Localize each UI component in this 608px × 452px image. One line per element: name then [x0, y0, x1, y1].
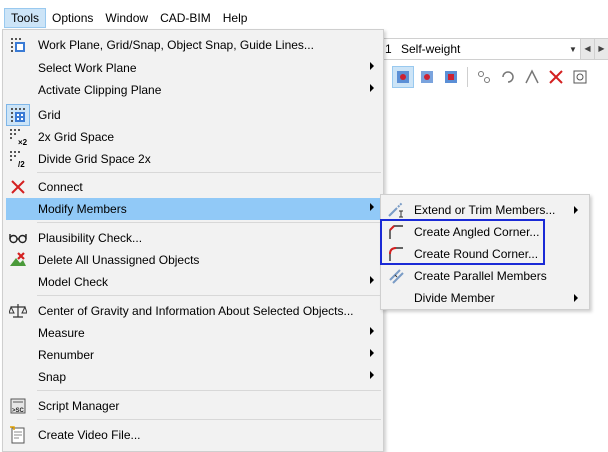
cycle-icon[interactable]: [497, 66, 519, 88]
submenu-arrow-icon: [370, 84, 374, 92]
menu-item-script-manager[interactable]: >SC Script Manager: [6, 395, 380, 417]
submenu-item-extend-trim[interactable]: Extend or Trim Members...: [384, 199, 586, 221]
menu-item-label: Renumber: [38, 348, 95, 362]
svg-text:>SC: >SC: [12, 408, 25, 414]
svg-text:×2: ×2: [18, 138, 27, 146]
menu-item-label: Activate Clipping Plane: [38, 83, 162, 97]
menu-item-label: Grid: [38, 108, 61, 122]
settings-icon[interactable]: [569, 66, 591, 88]
glasses-icon: [6, 227, 30, 249]
work-plane-icon: [6, 34, 30, 56]
menu-item-label: Snap: [38, 370, 67, 384]
extend-trim-icon: [384, 199, 408, 221]
submenu-item-divide-member[interactable]: Divide Member: [384, 287, 586, 309]
submenu-arrow-icon: [370, 62, 374, 70]
toolbar-separator: [467, 67, 468, 87]
grid-half-icon: /2: [6, 148, 30, 170]
svg-text:/2: /2: [18, 160, 25, 168]
menu-help[interactable]: Help: [217, 8, 254, 28]
submenu-arrow-icon: [370, 276, 374, 284]
menu-item-label: Divide Grid Space 2x: [38, 152, 151, 166]
view-toolbar: [382, 62, 608, 92]
submenu-item-label: Create Angled Corner...: [414, 225, 540, 239]
menu-tools[interactable]: Tools: [4, 8, 47, 28]
menu-item-measure[interactable]: Measure: [6, 322, 380, 344]
menu-separator: [37, 295, 381, 296]
menu-window[interactable]: Window: [99, 8, 154, 28]
submenu-arrow-icon: [370, 327, 374, 335]
menu-separator: [37, 172, 381, 173]
angled-corner-icon: [384, 221, 408, 243]
delete-objects-icon: [6, 249, 30, 271]
menu-item-select-work-plane[interactable]: Select Work Plane: [6, 57, 380, 79]
menu-bar: Tools Options Window CAD-BIM Help: [0, 0, 608, 28]
chevron-down-icon[interactable]: ▼: [566, 45, 580, 54]
submenu-arrow-icon: [574, 294, 578, 302]
menu-separator: [37, 390, 381, 391]
menu-item-label: Connect: [38, 180, 83, 194]
submenu-item-round-corner[interactable]: Create Round Corner...: [384, 243, 586, 265]
menu-item-label: Plausibility Check...: [38, 231, 143, 245]
tools-menu: Work Plane, Grid/Snap, Object Snap, Guid…: [2, 29, 384, 452]
submenu-item-angled-corner[interactable]: Create Angled Corner...: [384, 221, 586, 243]
menu-item-delete-unassigned[interactable]: Delete All Unassigned Objects: [6, 249, 380, 271]
load-case-number: 1: [385, 42, 392, 56]
submenu-arrow-icon: [370, 349, 374, 357]
submenu-arrow-icon: [574, 206, 578, 214]
menu-item-label: Create Video File...: [38, 428, 141, 442]
node-snap-icon[interactable]: [473, 66, 495, 88]
menu-cad-bim[interactable]: CAD-BIM: [154, 8, 217, 28]
submenu-item-label: Extend or Trim Members...: [414, 203, 556, 217]
load-case-selector[interactable]: 1 Self-weight ▼ ◀ ▶: [382, 38, 608, 60]
menu-item-renumber[interactable]: Renumber: [6, 344, 380, 366]
menu-item-modify-members[interactable]: Modify Members: [6, 198, 380, 220]
submenu-arrow-icon: [370, 203, 374, 211]
view-filter-2-icon[interactable]: [416, 66, 438, 88]
menu-separator: [37, 222, 381, 223]
menu-item-label: Measure: [38, 326, 85, 340]
menu-item-label: Modify Members: [38, 202, 127, 216]
menu-options[interactable]: Options: [46, 8, 99, 28]
submenu-item-label: Create Round Corner...: [414, 247, 539, 261]
view-filter-icon[interactable]: [392, 66, 414, 88]
menu-item-work-plane[interactable]: Work Plane, Grid/Snap, Object Snap, Guid…: [6, 34, 380, 56]
submenu-arrow-icon: [370, 371, 374, 379]
connect-icon: [6, 176, 30, 198]
menu-item-grid[interactable]: Grid: [6, 104, 380, 126]
grid-double-icon: ×2: [6, 126, 30, 148]
menu-item-label: Select Work Plane: [38, 61, 137, 75]
menu-item-divide-grid-space[interactable]: /2 Divide Grid Space 2x: [6, 148, 380, 170]
parallel-members-icon: [384, 265, 408, 287]
video-icon: [6, 424, 30, 446]
modify-members-submenu: Extend or Trim Members... Create Angled …: [380, 194, 590, 310]
menu-item-2x-grid-space[interactable]: ×2 2x Grid Space: [6, 126, 380, 148]
menu-item-plausibility-check[interactable]: Plausibility Check...: [6, 227, 380, 249]
previous-load-case-button[interactable]: ◀: [580, 39, 594, 59]
menu-item-create-video[interactable]: Create Video File...: [6, 424, 380, 446]
menu-item-label: Center of Gravity and Information About …: [38, 304, 354, 318]
script-icon: >SC: [6, 395, 30, 417]
menu-item-connect[interactable]: Connect: [6, 176, 380, 198]
grid-icon: [6, 104, 30, 126]
view-filter-3-icon[interactable]: [440, 66, 462, 88]
menu-item-label: Model Check: [38, 275, 109, 289]
menu-item-label: Delete All Unassigned Objects: [38, 253, 200, 267]
submenu-item-label: Divide Member: [414, 291, 495, 305]
menu-item-snap[interactable]: Snap: [6, 366, 380, 388]
scale-icon: [6, 300, 30, 322]
menu-item-model-check[interactable]: Model Check: [6, 271, 380, 293]
menu-item-activate-clipping-plane[interactable]: Activate Clipping Plane: [6, 79, 380, 101]
menu-separator: [37, 419, 381, 420]
submenu-item-label: Create Parallel Members: [414, 269, 547, 283]
triangle-icon[interactable]: [521, 66, 543, 88]
close-x-icon[interactable]: [545, 66, 567, 88]
next-load-case-button[interactable]: ▶: [594, 39, 608, 59]
menu-item-label: Work Plane, Grid/Snap, Object Snap, Guid…: [38, 38, 314, 52]
menu-item-center-of-gravity[interactable]: Center of Gravity and Information About …: [6, 300, 380, 322]
submenu-item-parallel-members[interactable]: Create Parallel Members: [384, 265, 586, 287]
menu-item-label: 2x Grid Space: [38, 130, 115, 144]
menu-item-label: Script Manager: [38, 399, 120, 413]
round-corner-icon: [384, 243, 408, 265]
load-case-name: Self-weight: [401, 42, 461, 56]
